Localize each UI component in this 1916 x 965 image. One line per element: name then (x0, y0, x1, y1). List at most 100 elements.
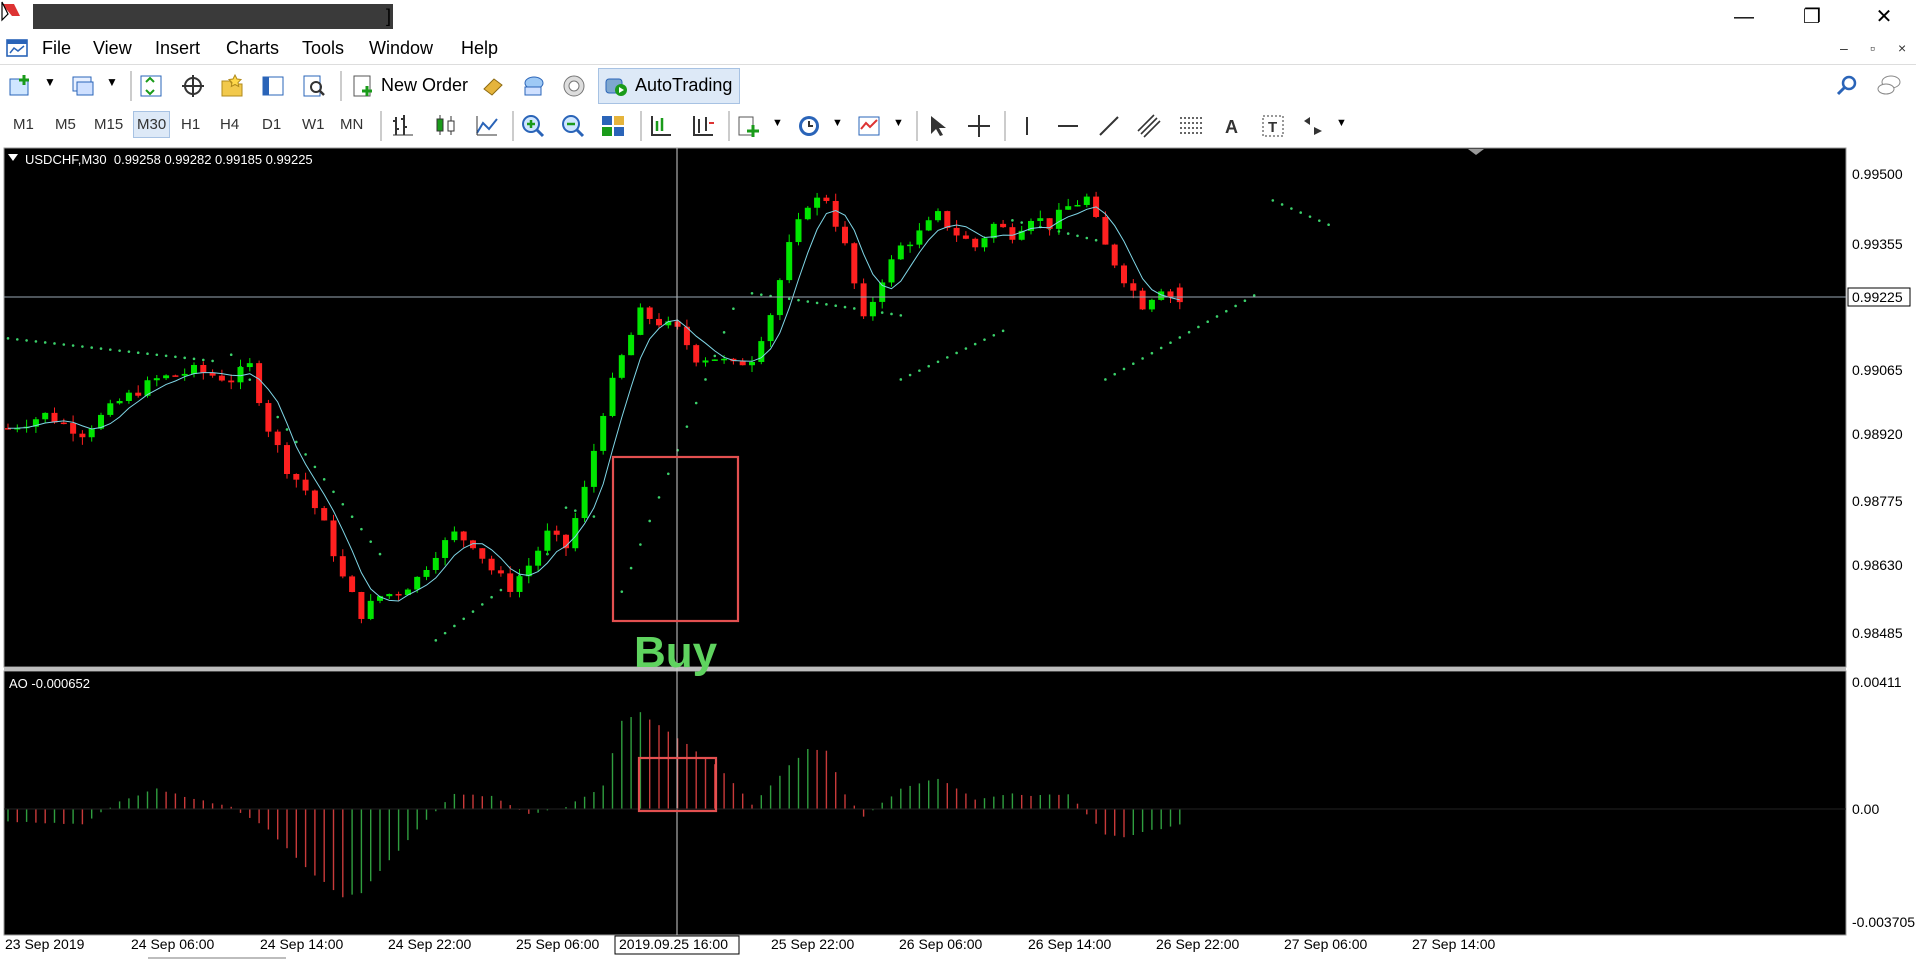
candle-body (265, 403, 272, 432)
timeframe-m1-button[interactable]: M1 (13, 116, 34, 133)
panel-splitter[interactable] (4, 667, 1846, 671)
time-axis-label: 24 Sep 06:00 (131, 936, 215, 952)
chevron-down-icon[interactable]: ▼ (893, 117, 904, 129)
candle-body (869, 301, 876, 317)
sar-dot (1159, 346, 1163, 350)
line-chart-icon[interactable] (474, 113, 500, 139)
chevron-down-icon[interactable]: ▼ (44, 75, 56, 89)
chevron-down-icon[interactable]: ▼ (772, 117, 783, 129)
sar-dot (1076, 234, 1079, 238)
menu-file[interactable]: File (42, 38, 71, 59)
menu-charts[interactable]: Charts (226, 38, 279, 59)
zoom-in-icon[interactable] (520, 113, 546, 139)
close-button[interactable]: ✕ (1856, 2, 1912, 32)
tile-windows-icon[interactable] (600, 113, 626, 139)
ao-indicator-panel[interactable] (3, 670, 1847, 936)
data-window-icon[interactable] (180, 73, 206, 99)
sar-dot (136, 351, 140, 355)
chat-icon[interactable] (1876, 73, 1902, 99)
timeframe-d1-button[interactable]: D1 (262, 116, 281, 133)
zoom-out-icon[interactable] (560, 113, 586, 139)
menu-tools[interactable]: Tools (302, 38, 344, 59)
candle-body (786, 242, 793, 281)
chevron-down-icon[interactable]: ▼ (832, 117, 843, 129)
candle-body (767, 315, 774, 342)
price-axis-label: 0.99065 (1852, 362, 1903, 378)
chart-canvas[interactable]: Buy USDCHF,M30 0.99258 0.99282 0.99185 0… (0, 146, 1916, 960)
menu-window[interactable]: Window (369, 38, 433, 59)
timeframe-m30-button[interactable]: M30 (133, 111, 171, 138)
auto-scroll-icon[interactable] (648, 113, 674, 139)
search-icon[interactable] (1834, 73, 1860, 99)
equidistant-channel-icon[interactable] (1136, 113, 1162, 139)
autotrading-button[interactable]: AutoTrading (598, 68, 740, 104)
candle-body (395, 594, 402, 596)
menu-insert[interactable]: Insert (155, 38, 200, 59)
mdi-restore-button[interactable]: ▫ (1870, 40, 1875, 56)
mdi-close-button[interactable]: × (1898, 40, 1906, 56)
crosshair-icon[interactable] (966, 113, 992, 139)
sar-dot (1020, 221, 1023, 224)
sar-dot (1290, 207, 1293, 210)
time-axis-label: 24 Sep 22:00 (388, 936, 472, 952)
arrows-icon[interactable] (1300, 113, 1326, 139)
templates-icon[interactable] (856, 113, 882, 139)
market-watch-icon[interactable] (138, 73, 164, 99)
candle-body (479, 548, 486, 559)
mdi-minimize-button[interactable]: – (1840, 40, 1848, 56)
sar-dot (443, 631, 447, 635)
candle-body (274, 431, 281, 446)
toolbar-separator (728, 111, 730, 141)
timeframe-w1-button[interactable]: W1 (302, 116, 325, 133)
terminal-icon[interactable] (260, 73, 286, 99)
timeframe-h4-button[interactable]: H4 (220, 116, 239, 133)
sar-dot (248, 378, 252, 381)
candle-body (284, 445, 290, 474)
sar-dot (471, 610, 475, 613)
timeframe-h1-button[interactable]: H1 (181, 116, 200, 133)
strategy-tester-icon[interactable] (301, 73, 327, 99)
sar-dot (694, 401, 698, 405)
menu-help[interactable]: Help (461, 38, 498, 59)
menu-view[interactable]: View (93, 38, 132, 59)
sar-dot (183, 356, 186, 360)
chevron-down-icon[interactable]: ▼ (106, 75, 118, 89)
sar-dot (787, 297, 791, 301)
indicators-icon[interactable] (736, 113, 762, 139)
sar-dot (1085, 236, 1089, 240)
candlestick-icon[interactable] (433, 113, 459, 139)
sar-dot (1206, 320, 1209, 324)
new-chart-icon[interactable] (8, 73, 34, 99)
chart-shift-icon[interactable] (690, 113, 716, 139)
candle-body (581, 486, 588, 519)
charts-toolbar: M1 M5 M15 M30 H1 H4 D1 W1 MN ▼ ▼ ▼ A T ▼ (0, 105, 1916, 146)
timeframe-m5-button[interactable]: M5 (55, 116, 76, 133)
vertical-line-icon[interactable] (1014, 113, 1040, 139)
timeframe-m15-button[interactable]: M15 (94, 116, 123, 133)
signals-icon[interactable] (520, 73, 546, 99)
text-label-icon[interactable]: T (1260, 113, 1286, 139)
chevron-down-icon[interactable]: ▼ (1336, 117, 1347, 129)
bar-chart-icon[interactable] (390, 113, 416, 139)
navigator-icon[interactable] (219, 73, 245, 99)
horizontal-line-icon[interactable] (1055, 113, 1081, 139)
sar-dot (118, 349, 121, 352)
minimize-button[interactable]: — (1716, 2, 1772, 32)
periods-clock-icon[interactable] (796, 113, 822, 139)
sar-dot (927, 364, 930, 368)
text-icon[interactable]: A (1219, 113, 1245, 139)
timeframe-mn-button[interactable]: MN (340, 116, 363, 133)
metaeditor-icon[interactable] (480, 73, 506, 99)
fibonacci-icon[interactable] (1178, 113, 1204, 139)
candle-body (1176, 287, 1183, 303)
toolbar-separator (1004, 111, 1006, 141)
cursor-icon[interactable] (924, 113, 950, 139)
profiles-icon[interactable] (70, 73, 96, 99)
ao-header: AO -0.000652 (9, 676, 90, 691)
market-icon[interactable] (561, 73, 587, 99)
sar-dot (667, 472, 670, 476)
new-order-button[interactable]: New Order (348, 69, 472, 103)
sar-dot (713, 354, 717, 358)
maximize-button[interactable]: ❐ (1784, 2, 1840, 32)
trendline-icon[interactable] (1096, 113, 1122, 139)
